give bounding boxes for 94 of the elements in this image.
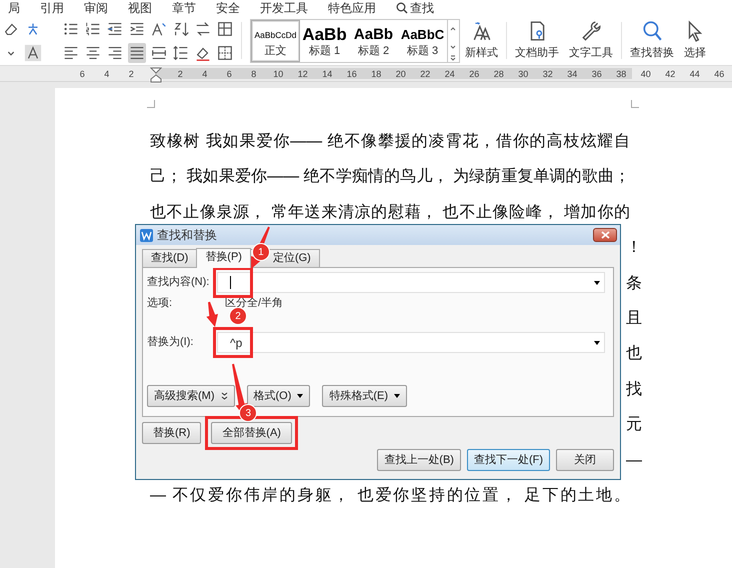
ruler-number: 40 [640, 68, 652, 81]
ruler-number: 28 [492, 68, 505, 81]
table-icon[interactable] [216, 20, 234, 38]
dropdown-arrow-icon [394, 394, 400, 398]
dialog-title: 查找和替换 [157, 227, 217, 244]
close-button[interactable] [593, 228, 617, 242]
margin-mark [147, 100, 155, 108]
ruler-number: 6 [78, 68, 86, 81]
tab[interactable]: 查找(D) [142, 249, 198, 267]
ruler-number: 30 [517, 68, 530, 81]
text-fragment: ！ [626, 238, 642, 258]
ruler-number: 22 [419, 68, 432, 81]
field-label: 选项: [147, 296, 174, 312]
swap-icon[interactable] [194, 20, 212, 38]
ruler-number: 6 [226, 68, 233, 81]
input-field[interactable] [217, 272, 605, 293]
menu-item[interactable]: 章节 [172, 1, 196, 15]
toolbar-button[interactable]: 查找替换 [625, 16, 679, 65]
toolbar-button[interactable]: 选择 [679, 16, 711, 65]
ruler-number: 32 [542, 68, 554, 81]
arrow [206, 302, 218, 327]
dialog-button[interactable]: 关闭 [556, 449, 614, 471]
ruler-number: 24 [444, 68, 456, 81]
input-field[interactable]: ^p [217, 332, 605, 353]
dropdown-arrow-icon [297, 394, 304, 398]
ruler-number: 18 [370, 68, 382, 81]
text-fragment: 且 [626, 308, 642, 329]
ruler-number: 10 [272, 68, 284, 81]
scroll-arrows-icon[interactable] [448, 19, 460, 63]
text-line: 也不止像泉源， 常年送来清凉的慰藉， 也不止像险峰， 增加你的 [150, 202, 630, 223]
app-logo-icon [140, 228, 153, 242]
dialog-button[interactable]: 查找下一处(F) [466, 449, 550, 471]
text-fragment: 也 [626, 344, 642, 364]
numbered-list-icon[interactable] [84, 20, 102, 38]
ruler-number: 34 [566, 68, 578, 81]
style-preset[interactable]: AaBb 标题 1 [300, 20, 350, 62]
dialog-button[interactable]: 全部替换(A) [211, 422, 292, 444]
ruler-number: 14 [321, 68, 334, 81]
ruler-number: 46 [713, 68, 726, 81]
text-fragment: 找 [626, 380, 642, 400]
tab[interactable]: 替换(P) [196, 248, 251, 268]
ruler-number: 8 [250, 68, 258, 81]
text-fragment: — [626, 450, 642, 471]
text-line: 致橡树 我如果爱你—— 绝不像攀援的凌霄花，借你的高枝炫耀自 [150, 132, 630, 152]
dialog-button[interactable]: 高级搜索(M) [147, 385, 234, 407]
margin-mark [631, 100, 639, 108]
toolbar-button[interactable]: 文档助手 [510, 16, 564, 65]
dialog-button[interactable]: 替换(R) [142, 422, 202, 444]
dropdown-arrow-icon[interactable] [594, 340, 600, 344]
ruler-number: 26 [468, 68, 480, 81]
menu-item[interactable]: 开发工具 [260, 1, 308, 15]
text-line: — 不仅爱你伟岸的身躯， 也爱你坚持的位置， 足下的土地。 [150, 486, 630, 506]
dialog-button[interactable]: 查找上一处(B) [377, 449, 461, 471]
style-preset[interactable]: AaBbC 标题 3 [398, 20, 447, 62]
ruler-number: 16 [346, 68, 358, 81]
sort-icon[interactable] [172, 20, 190, 38]
field-label: 查找内容(N): [147, 274, 210, 290]
indent-marker-icon[interactable] [150, 66, 162, 83]
menu-item[interactable]: 安全 [216, 1, 240, 15]
ruler-number: 12 [296, 68, 309, 81]
search-label[interactable]: 查找 [410, 1, 434, 15]
menu-item[interactable]: 视图 [128, 1, 152, 15]
text-fragment: 元 [626, 415, 642, 436]
menu-item[interactable]: 局 [8, 1, 20, 15]
toolbar-button[interactable]: 文字工具 [564, 16, 618, 65]
ruler-number: 2 [176, 68, 184, 81]
ruler-number: 36 [590, 68, 603, 81]
menu-item[interactable]: 引用 [40, 1, 64, 15]
expand-icon [220, 392, 228, 400]
ruler-number: 38 [615, 68, 628, 81]
ruler-number: 4 [103, 68, 110, 81]
menu-item[interactable]: 特色应用 [328, 1, 376, 15]
ruler-number: 20 [394, 68, 407, 81]
style-preset[interactable]: AaBbCcDd 正文 [251, 20, 300, 62]
text-line: 己； 我如果爱你—— 绝不学痴情的鸟儿， 为绿荫重复单调的歌曲； [150, 166, 630, 188]
field-label: 替换为(I): [147, 335, 194, 350]
ruler-number: 2 [128, 68, 135, 81]
dialog-button[interactable]: 特殊格式(E) [322, 385, 408, 407]
search-icon[interactable] [396, 2, 408, 14]
toolbar-button[interactable]: 新样式 [460, 16, 503, 65]
character-shading-icon[interactable] [24, 44, 42, 62]
ruler-number: 44 [688, 68, 701, 81]
style-preset[interactable]: AaBb 标题 2 [349, 20, 398, 62]
menu-item[interactable]: 审阅 [84, 1, 108, 15]
borders-icon[interactable] [216, 44, 234, 62]
dropdown-arrow-icon[interactable] [594, 280, 600, 284]
close-icon[interactable] [600, 231, 610, 239]
line-spacing-icon[interactable] [172, 44, 190, 62]
ruler-number: 42 [664, 68, 676, 81]
dialog-button[interactable]: 格式(O) [246, 385, 310, 407]
ruler-number: 4 [201, 68, 208, 81]
highlight-box [213, 267, 253, 298]
text-fragment: 条 [626, 274, 642, 294]
highlight-box [213, 327, 253, 358]
